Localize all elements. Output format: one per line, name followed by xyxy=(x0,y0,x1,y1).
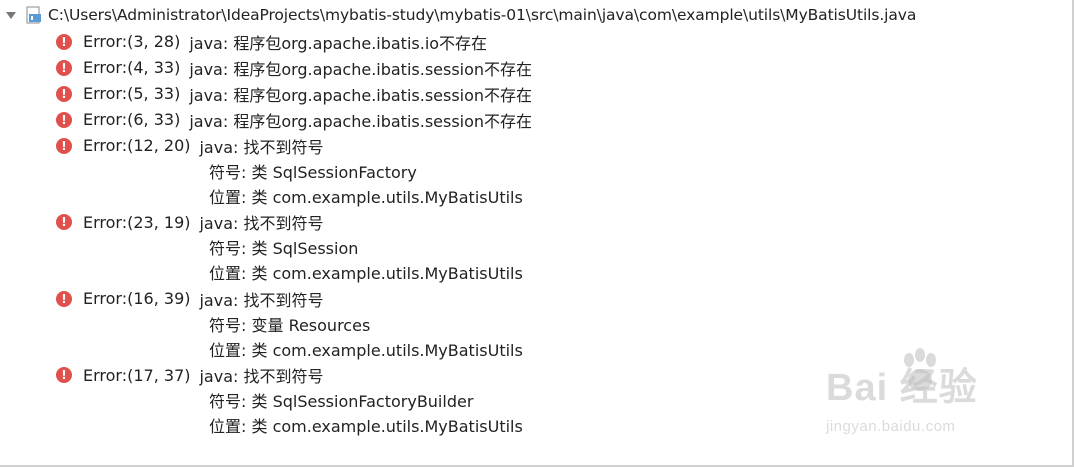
file-node[interactable]: C:\Users\Administrator\IdeaProjects\myba… xyxy=(6,4,916,26)
error-icon: ! xyxy=(56,214,72,230)
error-line[interactable]: ! Error:(17, 37) java: 找不到符号 xyxy=(56,363,523,388)
error-item[interactable]: ! Error:(12, 20) java: 找不到符号符号: 类 SqlSessi… xyxy=(56,133,523,208)
error-location: Error:(6, 33) xyxy=(83,110,181,129)
error-item[interactable]: ! Error:(23, 19) java: 找不到符号符号: 类 SqlSessi… xyxy=(56,210,523,285)
error-item[interactable]: ! Error:(4, 33) java: 程序包org.apache.ibatis… xyxy=(56,55,532,80)
error-message: java: 程序包org.apache.ibatis.session不存在 xyxy=(189,111,533,131)
paw-icon xyxy=(904,348,936,391)
error-message: java: 程序包org.apache.ibatis.session不存在 xyxy=(189,85,533,105)
error-location: Error:(4, 33) xyxy=(83,58,181,77)
error-icon-glyph: ! xyxy=(61,60,67,75)
error-icon-glyph: ! xyxy=(61,291,67,306)
messages-panel: C:\Users\Administrator\IdeaProjects\myba… xyxy=(0,0,1074,467)
error-location: Error:(23, 19) xyxy=(83,212,191,232)
chevron-down-icon[interactable] xyxy=(6,10,16,20)
error-location: Error:(17, 37) xyxy=(83,365,191,385)
error-detail: 符号: 类 SqlSessionFactoryBuilder xyxy=(209,392,474,411)
error-location: Error:(16, 39) xyxy=(83,289,191,308)
error-icon-glyph: ! xyxy=(61,112,67,127)
error-icon-glyph: ! xyxy=(61,86,67,101)
error-message: java: 程序包org.apache.ibatis.session不存在 xyxy=(189,59,533,79)
error-line[interactable]: ! Error:(6, 33) java: 程序包org.apache.ibatis… xyxy=(56,107,532,132)
error-detail: 位置: 类 com.example.utils.MyBatisUtils xyxy=(209,264,523,283)
error-line[interactable]: ! Error:(4, 33) java: 程序包org.apache.ibatis… xyxy=(56,55,532,80)
error-item[interactable]: ! Error:(16, 39) java: 找不到符号符号: 变量 Resourc… xyxy=(56,286,523,361)
error-icon: ! xyxy=(56,137,72,154)
error-location: Error:(5, 33) xyxy=(83,84,181,103)
error-item[interactable]: ! Error:(17, 37) java: 找不到符号符号: 类 SqlSessi… xyxy=(56,363,523,438)
file-path: C:\Users\Administrator\IdeaProjects\myba… xyxy=(48,6,917,24)
error-line[interactable]: ! Error:(3, 28) java: 程序包org.apache.ibatis… xyxy=(56,29,487,54)
error-icon: ! xyxy=(56,33,72,50)
error-message: java: 找不到符号 xyxy=(199,367,324,386)
error-icon-glyph: ! xyxy=(61,215,67,229)
error-line[interactable]: ! Error:(12, 20) java: 找不到符号 xyxy=(56,133,523,158)
error-message: java: 程序包org.apache.ibatis.io不存在 xyxy=(189,33,488,53)
error-detail: 位置: 类 com.example.utils.MyBatisUtils xyxy=(209,417,523,436)
watermark-brand: Bai 经验 xyxy=(826,367,978,409)
error-detail: 位置: 类 com.example.utils.MyBatisUtils xyxy=(209,187,523,207)
error-message: java: 找不到符号 xyxy=(199,290,324,310)
error-icon-glyph: ! xyxy=(61,34,67,49)
error-detail: 位置: 类 com.example.utils.MyBatisUtils xyxy=(209,340,523,360)
error-detail: 符号: 类 SqlSession xyxy=(209,239,359,258)
error-location: Error:(12, 20) xyxy=(83,136,191,155)
error-line[interactable]: ! Error:(16, 39) java: 找不到符号 xyxy=(56,286,523,311)
error-item[interactable]: ! Error:(6, 33) java: 程序包org.apache.ibatis… xyxy=(56,107,532,132)
error-icon: ! xyxy=(56,85,72,102)
error-icon-glyph: ! xyxy=(61,368,67,382)
watermark-url: jingyan.baidu.com xyxy=(826,418,956,435)
error-detail: 符号: 类 SqlSessionFactory xyxy=(209,162,417,182)
error-icon: ! xyxy=(56,111,72,128)
error-item[interactable]: ! Error:(3, 28) java: 程序包org.apache.ibatis… xyxy=(56,29,487,54)
error-message: java: 找不到符号 xyxy=(199,214,324,233)
error-icon: ! xyxy=(56,290,72,307)
error-location: Error:(3, 28) xyxy=(83,32,181,51)
error-icon-glyph: ! xyxy=(61,138,67,153)
error-item[interactable]: ! Error:(5, 33) java: 程序包org.apache.ibatis… xyxy=(56,81,532,106)
error-icon: ! xyxy=(56,59,72,76)
error-message: java: 找不到符号 xyxy=(199,137,324,157)
java-file-icon xyxy=(26,6,42,24)
error-line[interactable]: ! Error:(5, 33) java: 程序包org.apache.ibatis… xyxy=(56,81,532,106)
error-icon: ! xyxy=(56,367,72,383)
error-detail: 符号: 变量 Resources xyxy=(209,315,371,335)
error-line[interactable]: ! Error:(23, 19) java: 找不到符号 xyxy=(56,210,523,235)
baidu-watermark: Bai 经验 jingyan.baidu.com xyxy=(826,348,1026,448)
